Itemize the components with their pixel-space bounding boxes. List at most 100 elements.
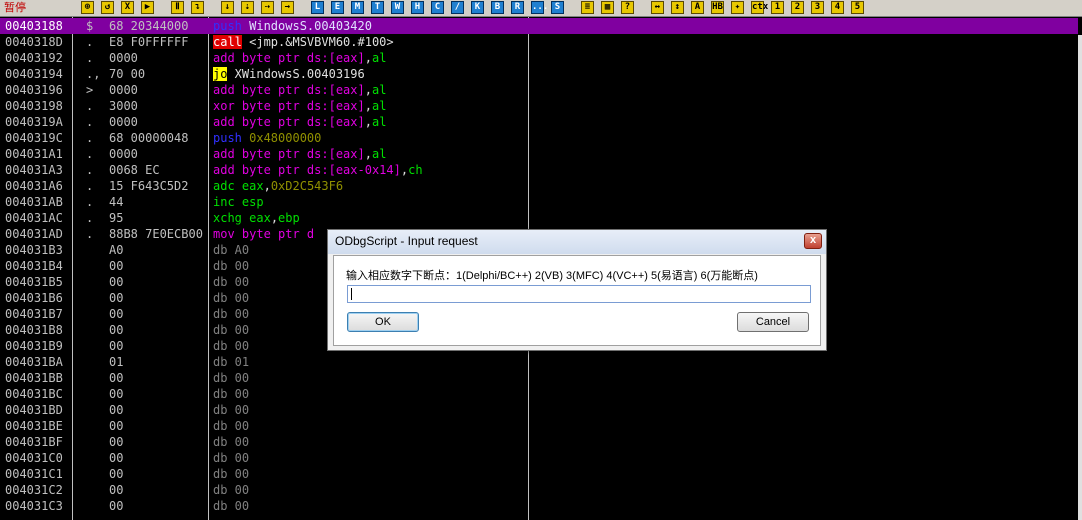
row-disassembly: db 00 <box>213 338 249 354</box>
table-row[interactable]: 0040319A. 0000 add byte ptr ds:[eax],al <box>0 114 1078 130</box>
row-disassembly: push 0x48000000 <box>213 130 321 146</box>
toolbar-button-14[interactable]: W <box>391 1 404 14</box>
row-operand: byte ptr ds:[eax] <box>234 83 365 97</box>
table-row[interactable]: 004031BA 01 db 01 <box>0 354 1078 370</box>
toolbar-button-28[interactable]: A <box>691 1 704 14</box>
row-mnemonic: add <box>213 83 235 97</box>
toolbar-button-22[interactable]: S <box>551 1 564 14</box>
row-mnemonic: inc <box>213 195 235 209</box>
table-row[interactable]: 004031A3. 0068 EC add byte ptr ds:[eax-0x1… <box>0 162 1078 178</box>
row-disassembly: db 00 <box>213 274 249 290</box>
table-row[interactable]: 0040318D. E8 F0FFFFFF call <jmp.&MSVBVM60.… <box>0 34 1078 50</box>
toolbar-button-34[interactable]: 3 <box>811 1 824 14</box>
cancel-button[interactable]: Cancel <box>737 312 809 332</box>
table-row[interactable]: 004031A1. 0000 add byte ptr ds:[eax],al <box>0 146 1078 162</box>
toolbar-button-29[interactable]: HB <box>711 1 724 14</box>
row-mnemonic: add <box>213 163 235 177</box>
row-operand: 0x48000000 <box>241 131 322 145</box>
table-row[interactable]: 00403196 >0000 add byte ptr ds:[eax],al <box>0 82 1078 98</box>
toolbar-button-18[interactable]: K <box>471 1 484 14</box>
row-marker: . <box>86 51 94 65</box>
toolbar-button-36[interactable]: 5 <box>851 1 864 14</box>
toolbar-button-32[interactable]: 1 <box>771 1 784 14</box>
row-disassembly: db 00 <box>213 322 249 338</box>
toolbar-button-8[interactable]: ⇢ <box>261 1 274 14</box>
table-row[interactable]: 00403194., 70 00 jo XWindowsS.00403196 <box>0 66 1078 82</box>
toolbar-button-11[interactable]: E <box>331 1 344 14</box>
toolbar-button-25[interactable]: ? <box>621 1 634 14</box>
row-operand: , <box>400 163 409 177</box>
table-row[interactable]: 004031C0 00 db 00 <box>0 450 1078 466</box>
vertical-scrollbar[interactable] <box>1078 35 1082 520</box>
toolbar-button-16[interactable]: C <box>431 1 444 14</box>
table-row[interactable]: 004031AB. 44 inc esp <box>0 194 1078 210</box>
table-row[interactable]: 004031C1 00 db 00 <box>0 466 1078 482</box>
row-disassembly: add byte ptr ds:[eax-0x14],ch <box>213 162 423 178</box>
row-mnemonic: db <box>213 307 228 321</box>
toolbar-button-30[interactable]: ✦ <box>731 1 744 14</box>
breakpoint-type-input[interactable] <box>347 285 811 303</box>
table-row[interactable]: 004031BD 00 db 00 <box>0 402 1078 418</box>
row-address: 004031A6 <box>5 179 63 193</box>
row-address: 004031AB <box>5 195 63 209</box>
toolbar-button-10[interactable]: L <box>311 1 324 14</box>
row-hex-bytes: 68 00000048 <box>109 131 189 145</box>
toolbar-button-1[interactable]: ↺ <box>101 1 114 14</box>
table-row[interactable]: 004031BF 00 db 00 <box>0 434 1078 450</box>
toolbar-button-26[interactable]: ↔ <box>651 1 664 14</box>
row-mnemonic: add <box>213 147 235 161</box>
toolbar-button-9[interactable]: → <box>281 1 294 14</box>
toolbar-button-0[interactable]: ⊕ <box>81 1 94 14</box>
table-row[interactable]: 004031AC. 95 xchg eax,ebp <box>0 210 1078 226</box>
toolbar-button-5[interactable]: ↴ <box>191 1 204 14</box>
table-row[interactable]: 00403192. 0000 add byte ptr ds:[eax],al <box>0 50 1078 66</box>
toolbar-button-33[interactable]: 2 <box>791 1 804 14</box>
table-row[interactable]: 004031BC 00 db 00 <box>0 386 1078 402</box>
toolbar-button-15[interactable]: H <box>411 1 424 14</box>
toolbar-button-7[interactable]: ⇣ <box>241 1 254 14</box>
close-icon[interactable]: x <box>804 233 822 249</box>
toolbar-button-19[interactable]: B <box>491 1 504 14</box>
table-row[interactable]: 004031C2 00 db 00 <box>0 482 1078 498</box>
dialog-prompt: 输入相应数字下断点：1(Delphi/BC++) 2(VB) 3(MFC) 4(… <box>346 270 758 282</box>
table-row[interactable]: 0040319C. 68 00000048 push 0x48000000 <box>0 130 1078 146</box>
toolbar-button-35[interactable]: 4 <box>831 1 844 14</box>
table-row[interactable]: 004031C3 00 db 00 <box>0 498 1078 514</box>
table-row[interactable]: 004031BE 00 db 00 <box>0 418 1078 434</box>
row-address: 004031B4 <box>5 259 63 273</box>
row-disassembly: db 00 <box>213 418 249 434</box>
row-address: 004031AC <box>5 211 63 225</box>
toolbar-button-2[interactable]: X <box>121 1 134 14</box>
row-hex-bytes: 00 <box>109 275 124 289</box>
table-row[interactable]: 00403188 $68 20344000 push WindowsS.004034… <box>0 18 1078 34</box>
toolbar-button-24[interactable]: ▦ <box>601 1 614 14</box>
row-mnemonic: jo <box>213 67 228 81</box>
toolbar-button-13[interactable]: T <box>371 1 384 14</box>
row-address: 004031C1 <box>5 467 63 481</box>
toolbar-button-21[interactable]: ... <box>531 1 548 14</box>
row-address: 004031B9 <box>5 339 63 353</box>
table-row[interactable]: 00403198. 3000 xor byte ptr ds:[eax],al <box>0 98 1078 114</box>
ok-button[interactable]: OK <box>347 312 419 332</box>
toolbar-button-17[interactable]: / <box>451 1 464 14</box>
row-mnemonic: add <box>213 115 235 129</box>
toolbar: 暂停 ⊕ ↺ X ▶ Ⅱ ↴ ↓ ⇣ ⇢ → L E M T W H C / K B R... S ≡ ▦? ↔ ↕ A HB ✦ ctx… <box>0 0 1082 17</box>
toolbar-button-31[interactable]: ctx <box>751 1 768 14</box>
row-disassembly: db 00 <box>213 402 249 418</box>
toolbar-button-27[interactable]: ↕ <box>671 1 684 14</box>
toolbar-button-23[interactable]: ≡ <box>581 1 594 14</box>
toolbar-button-20[interactable]: R <box>511 1 524 14</box>
table-row[interactable]: 004031BB 00 db 00 <box>0 370 1078 386</box>
row-operand: byte ptr ds:[eax] <box>234 51 365 65</box>
row-hex-bytes: 95 <box>109 211 124 225</box>
row-address: 004031BF <box>5 435 63 449</box>
row-marker: . <box>86 115 94 129</box>
row-hex-bytes: 00 <box>109 307 124 321</box>
toolbar-button-4[interactable]: Ⅱ <box>171 1 184 14</box>
table-row[interactable]: 004031A6. 15 F643C5D2 adc eax,0xD2C543F6 <box>0 178 1078 194</box>
toolbar-button-3[interactable]: ▶ <box>141 1 154 14</box>
toolbar-button-6[interactable]: ↓ <box>221 1 234 14</box>
dialog-titlebar[interactable]: ODbgScript - Input request x <box>328 230 826 254</box>
row-address: 004031C2 <box>5 483 63 497</box>
toolbar-button-12[interactable]: M <box>351 1 364 14</box>
